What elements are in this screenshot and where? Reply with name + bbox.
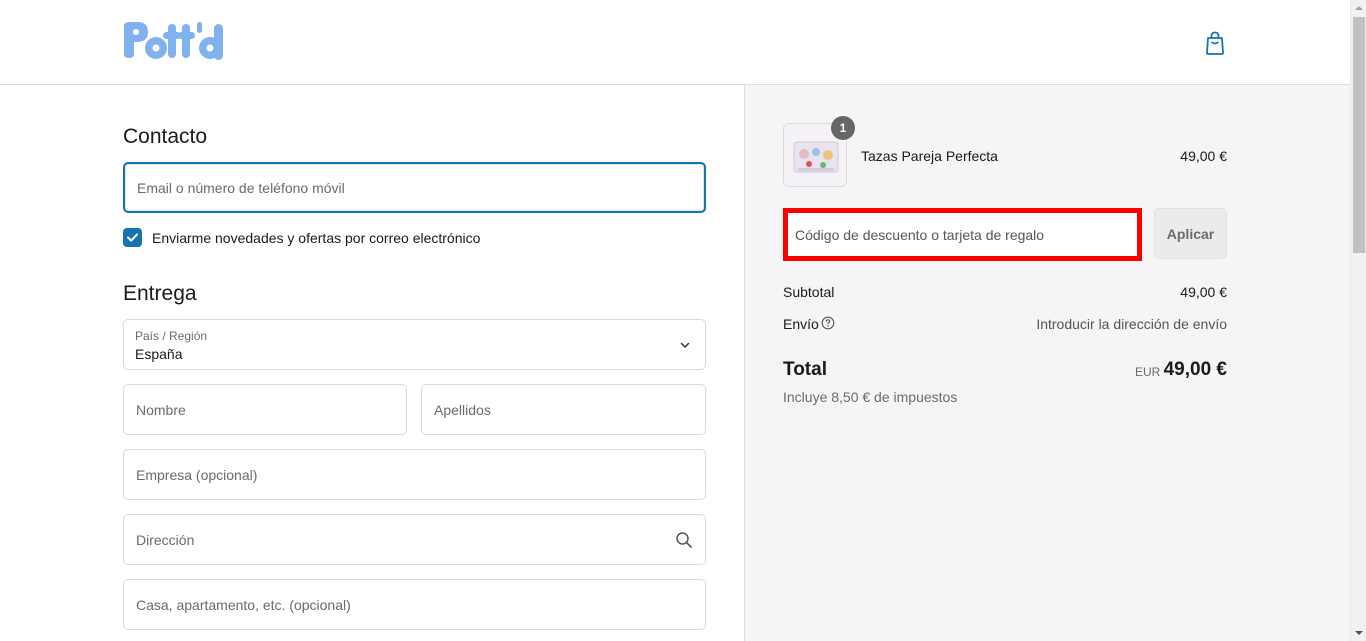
apply-discount-button[interactable]: Aplicar [1154, 208, 1227, 259]
cart-button[interactable] [1203, 30, 1227, 56]
newsletter-checkbox[interactable] [123, 228, 142, 247]
discount-code-field[interactable] [783, 208, 1142, 261]
header [0, 0, 1350, 85]
quantity-badge: 1 [831, 116, 855, 140]
product-name: Tazas Pareja Perfecta [861, 148, 998, 164]
logo-icon [124, 22, 223, 60]
total-value: 49,00 € [1163, 359, 1227, 380]
email-field[interactable] [123, 162, 706, 213]
newsletter-label[interactable]: Enviarme novedades y ofertas por correo … [152, 230, 480, 246]
page-scrollbar[interactable] [1350, 0, 1366, 641]
delivery-title: Entrega [123, 282, 197, 305]
subtotal-label: Subtotal [783, 284, 835, 300]
first-name-input[interactable] [124, 385, 406, 434]
company-input[interactable] [124, 450, 705, 499]
scroll-thumb[interactable] [1353, 17, 1365, 253]
search-icon[interactable] [675, 531, 693, 549]
shopping-bag-icon [1206, 31, 1224, 55]
country-value: España [135, 346, 183, 362]
company-field[interactable] [123, 449, 706, 500]
first-name-field[interactable] [123, 384, 407, 435]
shipping-value: Introducir la dirección de envío [1036, 316, 1227, 332]
contact-title: Contacto [123, 125, 208, 148]
total-label: Total [783, 359, 827, 380]
chevron-down-icon [680, 342, 690, 348]
shipping-label: Envío [783, 316, 819, 332]
product-price: 49,00 € [1180, 148, 1227, 164]
last-name-field[interactable] [421, 384, 706, 435]
apartment-field[interactable] [123, 579, 706, 630]
help-circle-icon[interactable] [821, 316, 835, 330]
subtotal-value: 49,00 € [1180, 284, 1227, 300]
checkmark-icon [127, 233, 138, 242]
discount-code-input[interactable] [788, 213, 1137, 256]
country-label: País / Región [135, 329, 208, 343]
scroll-up-arrow-icon[interactable] [1351, 0, 1366, 16]
apartment-input[interactable] [124, 580, 705, 629]
tax-note: Incluye 8,50 € de impuestos [783, 389, 958, 405]
scroll-down-arrow-icon[interactable] [1351, 625, 1366, 641]
address-field[interactable] [123, 514, 706, 565]
email-input[interactable] [125, 164, 704, 211]
total-currency: EUR [1135, 365, 1161, 379]
address-input[interactable] [124, 515, 705, 564]
logo[interactable] [122, 20, 224, 64]
last-name-input[interactable] [422, 385, 705, 434]
country-select[interactable]: País / Región España [123, 319, 706, 370]
